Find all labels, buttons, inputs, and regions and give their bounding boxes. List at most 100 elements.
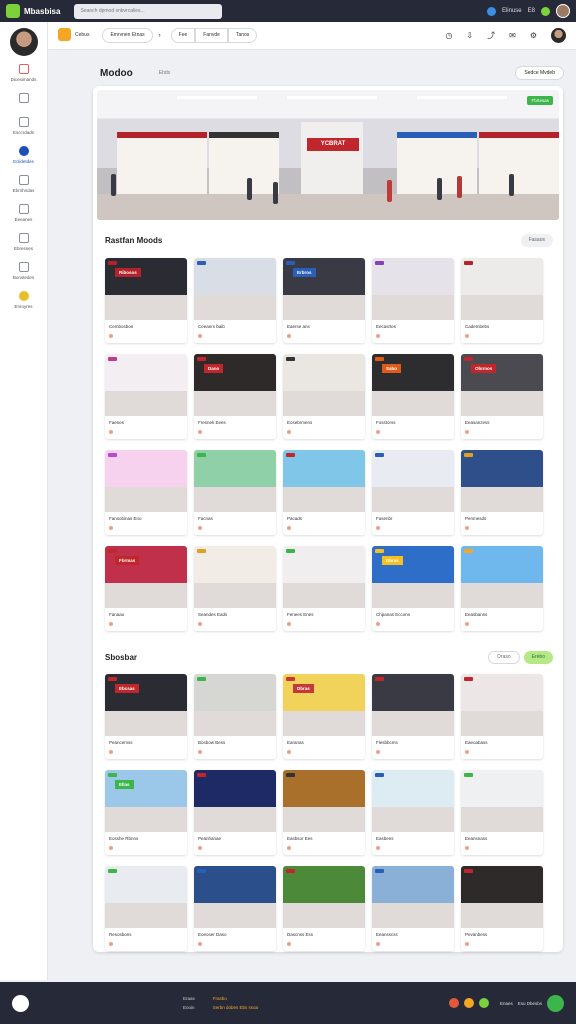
floor-shade (105, 807, 187, 832)
social-icon[interactable] (478, 998, 489, 1008)
category-tag (197, 549, 206, 553)
profile-avatar[interactable] (9, 28, 38, 56)
status-dot (287, 750, 291, 754)
store-card[interactable]: Eoeoser Daso (194, 866, 276, 951)
message-icon[interactable]: ✉ (509, 31, 516, 40)
sidebar-item-2[interactable] (0, 93, 47, 106)
share-icon[interactable]: ⤴ (487, 30, 495, 41)
subbar-avatar[interactable] (551, 28, 566, 43)
app-logo-icon[interactable] (6, 4, 20, 18)
store-sign: Dbras (382, 556, 403, 565)
sidebar-item-4[interactable]: Eclidetdes (0, 146, 47, 164)
mall-card[interactable]: Pacads (283, 450, 365, 535)
ceiling-light (177, 96, 257, 99)
mall-card[interactable]: Fasenbr (372, 450, 454, 535)
filter-pill-2[interactable]: Fee (170, 28, 196, 43)
footer-link[interactable]: Serbn dobes Ebs ssoa (213, 1003, 258, 1012)
store-card[interactable]: Eeansscss (372, 866, 454, 951)
store-card[interactable]: Pevanbess (461, 866, 543, 951)
alert-icon[interactable] (541, 6, 550, 16)
store-card[interactable]: Ellas Eosshe Rbnns (105, 770, 187, 855)
floor-shade (105, 295, 187, 320)
store-card[interactable]: Flesbbcms (372, 674, 454, 759)
hero-banner[interactable]: YCBRAT Fbrtesas (97, 90, 559, 220)
mall-card[interactable]: Fansobinas Eno (105, 450, 187, 535)
status-dot (376, 526, 380, 530)
section-filter-button[interactable]: Fasaos (520, 234, 553, 247)
app-title: Mbasbisa (24, 6, 61, 16)
category-tag (464, 549, 473, 553)
user-avatar[interactable] (556, 4, 570, 18)
mall-card[interactable]: Cadembebs (461, 258, 543, 343)
footer-link[interactable]: Eooin (183, 1003, 195, 1012)
floor-shade (194, 487, 276, 512)
sidebar-item-5[interactable]: Ebrnhndas (0, 175, 47, 193)
chevron-right-icon[interactable]: › (159, 33, 161, 39)
search-input[interactable]: Seanch dpmod snbvrcalies... (74, 3, 223, 19)
brand-pill[interactable]: Cebus (58, 28, 96, 43)
mall-card[interactable]: Eosebrmens (283, 354, 365, 439)
category-tag (197, 869, 206, 873)
store-card[interactable]: Dascnss Ess (283, 866, 365, 951)
store-card[interactable]: Resosbons (105, 866, 187, 951)
sidebar-item-6[interactable]: Eeeanes (0, 204, 47, 222)
store-card[interactable]: Easbens (372, 770, 454, 855)
mall-card[interactable]: Faenes (105, 354, 187, 439)
clock-icon[interactable]: ◷ (445, 31, 452, 40)
filter-pill-1[interactable]: Emrvnen Etnas (102, 28, 153, 43)
sidebar-item-9[interactable]: Enroyres (0, 291, 47, 309)
mall-card[interactable]: Erbros Eaerse ans (283, 258, 365, 343)
mall-card[interactable]: Dbras Chpanas Eccons (372, 546, 454, 631)
filter-pill-3[interactable]: Fanvde (195, 28, 228, 43)
footer-logo-icon[interactable] (12, 994, 29, 1012)
download-icon[interactable]: ⇩ (466, 31, 473, 40)
mall-card[interactable]: Fbrmas Fanaao (105, 546, 187, 631)
store-card[interactable]: Eaeoabass (461, 674, 543, 759)
sidebar-item-3[interactable]: Esccrdads (0, 117, 47, 135)
store-card[interactable]: Bosbow Bess (194, 674, 276, 759)
settings-icon[interactable]: ⚙ (530, 31, 537, 40)
sort-dropdown[interactable]: Sedce Mvdeb (515, 66, 564, 80)
footer-right-label[interactable]: Esu Dbesbs (518, 1001, 542, 1006)
hero-badge: Fbrtesas (527, 96, 553, 105)
store-card[interactable]: Easbsor Ees (283, 770, 365, 855)
mall-card[interactable]: Facnas (194, 450, 276, 535)
user-label[interactable]: Elinuse (502, 8, 522, 14)
footer-right-label[interactable]: Enaes (500, 1001, 513, 1006)
store-card[interactable]: Dbras Earanas (283, 674, 365, 759)
sidebar-item-8[interactable]: Bonstedes (0, 262, 47, 280)
section-dropdown[interactable]: Oraso (488, 651, 520, 664)
footer-link[interactable]: Eraas (183, 994, 195, 1003)
chat-icon[interactable] (547, 994, 564, 1012)
storefront (117, 132, 207, 194)
notification-label[interactable]: E8 (528, 8, 535, 14)
social-icon[interactable] (448, 998, 459, 1008)
account-icon[interactable] (486, 6, 496, 16)
mall-grid: Ribosos Cembosbon Ceeanrs baib Erbros Eaerse… (105, 258, 543, 631)
shopper-figure (437, 178, 442, 200)
mall-card[interactable]: Sabo Fosstorss (372, 354, 454, 439)
sidebar-item-7[interactable]: Ebresnes (0, 233, 47, 251)
mall-card[interactable]: Seandes Eads (194, 546, 276, 631)
store-card[interactable]: Eeansnass (461, 770, 543, 855)
store-caption: Eosshe Rbnns (109, 836, 139, 841)
mall-card[interactable]: Obrmos Eeasanzess (461, 354, 543, 439)
filter-pill-4[interactable]: Tanos (227, 28, 258, 43)
floor-shade (372, 903, 454, 928)
page-subtitle: Ebds (158, 70, 171, 76)
mall-card[interactable]: Eecasrtes (372, 258, 454, 343)
section-action-button[interactable]: Erebo (523, 651, 553, 664)
store-card[interactable]: Peanhanae (194, 770, 276, 855)
mall-card[interactable]: Ribosos Cembosbon (105, 258, 187, 343)
mall-card[interactable]: Eeasbanss (461, 546, 543, 631)
store-card[interactable]: Ebcsas Peancemss (105, 674, 187, 759)
social-icon[interactable] (463, 998, 474, 1008)
mall-caption: Chpanas Eccons (376, 612, 411, 617)
mall-card[interactable]: Penmesds (461, 450, 543, 535)
footer-link[interactable]: Frasbo (213, 994, 258, 1003)
sidebar-item-1[interactable]: Dicesimands (0, 64, 47, 82)
mall-card[interactable]: Dano Fresnek Eees (194, 354, 276, 439)
mall-card[interactable]: Fenees Enes (283, 546, 365, 631)
category-tag (286, 869, 295, 873)
mall-card[interactable]: Ceeanrs baib (194, 258, 276, 343)
